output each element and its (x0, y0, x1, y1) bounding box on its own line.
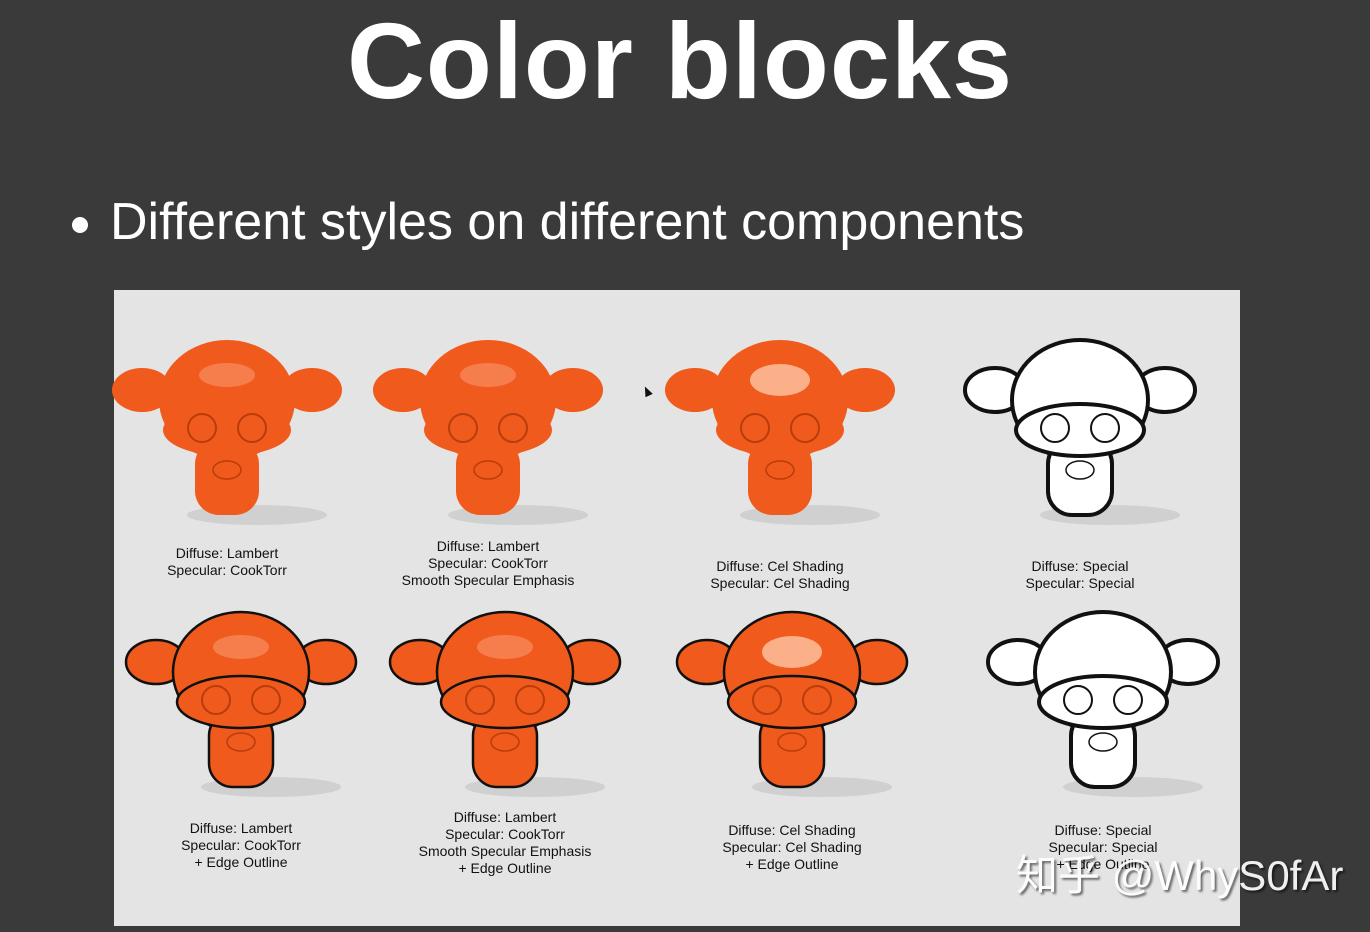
figure-caption: Diffuse: Lambert Specular: CookTorr + Edge… (101, 820, 381, 871)
monkey-head-image (675, 610, 909, 797)
caption-line: Specular: Special (1025, 575, 1135, 591)
figure-cell: Diffuse: Lambert Specular: CookTorr (87, 330, 367, 578)
caption-line: Specular: Cel Shading (722, 839, 862, 855)
caption-line: Diffuse: Special (1031, 558, 1129, 574)
figure-cell: Diffuse: Cel Shading Specular: Cel Shadin… (652, 602, 932, 872)
figure-cell: Diffuse: Special Specular: Special (940, 330, 1220, 591)
caption-line: Diffuse: Lambert (453, 809, 557, 825)
bullet-item: Different styles on different components (72, 192, 1024, 252)
monkey-head-image (124, 610, 358, 797)
caption-line: Smooth Specular Emphasis (418, 843, 592, 859)
monkey-render-figure: Diffuse: Lambert Specular: CookTorr Diffu… (112, 290, 1243, 926)
caption-line: Diffuse: Lambert (436, 538, 540, 554)
caption-line: Diffuse: Cel Shading (716, 558, 844, 574)
caption-line: Diffuse: Special (1054, 822, 1152, 838)
figure-cell: Diffuse: Lambert Specular: CookTorr Smooth… (348, 330, 628, 588)
bullet-text: Different styles on different components (110, 193, 1025, 251)
monkey-head-image (373, 340, 603, 525)
caption-line: Specular: CookTorr (428, 555, 548, 571)
caption-line: + Edge Outline (458, 860, 552, 876)
caption-line: Specular: CookTorr (167, 562, 287, 578)
figure-caption: Diffuse: Cel Shading Specular: Cel Shadin… (652, 822, 932, 873)
caption-line: + Edge Outline (745, 856, 839, 872)
caption-line: Diffuse: Lambert (189, 820, 293, 836)
figure-cell: Diffuse: Special Specular: Special + Edge … (963, 602, 1243, 872)
watermark: 知乎 @WhyS0fAr (1016, 852, 1344, 899)
caption-line: Specular: Cel Shading (710, 575, 850, 591)
monkey-head-image (986, 610, 1220, 797)
figure-caption: Diffuse: Lambert Specular: CookTorr Smooth… (348, 538, 628, 589)
caption-line: + Edge Outline (194, 854, 288, 870)
caption-line: Smooth Specular Emphasis (401, 572, 575, 588)
monkey-head-image (112, 340, 342, 525)
bullet-dot-icon (72, 217, 88, 233)
monkey-head-image (388, 610, 622, 797)
figure-caption: Diffuse: Lambert Specular: CookTorr (87, 545, 367, 579)
caption-line: Specular: CookTorr (445, 826, 565, 842)
figure-cell: Diffuse: Lambert Specular: CookTorr + Edge… (101, 602, 381, 870)
caption-line: Specular: CookTorr (181, 837, 301, 853)
caption-line: Diffuse: Cel Shading (728, 822, 856, 838)
monkey-head-image (665, 340, 895, 525)
figure-caption: Diffuse: Lambert Specular: CookTorr Smooth… (365, 809, 645, 877)
caption-line: Diffuse: Lambert (175, 545, 279, 561)
monkey-head-image (963, 338, 1197, 525)
figure-caption: Diffuse: Special Specular: Special (940, 558, 1220, 592)
figure-caption: Diffuse: Cel Shading Specular: Cel Shadin… (640, 558, 920, 592)
figure-cell: Diffuse: Lambert Specular: CookTorr Smooth… (365, 602, 645, 876)
slide-title: Color blocks (346, 0, 1014, 121)
figure-cell: Diffuse: Cel Shading Specular: Cel Shadin… (640, 330, 920, 591)
